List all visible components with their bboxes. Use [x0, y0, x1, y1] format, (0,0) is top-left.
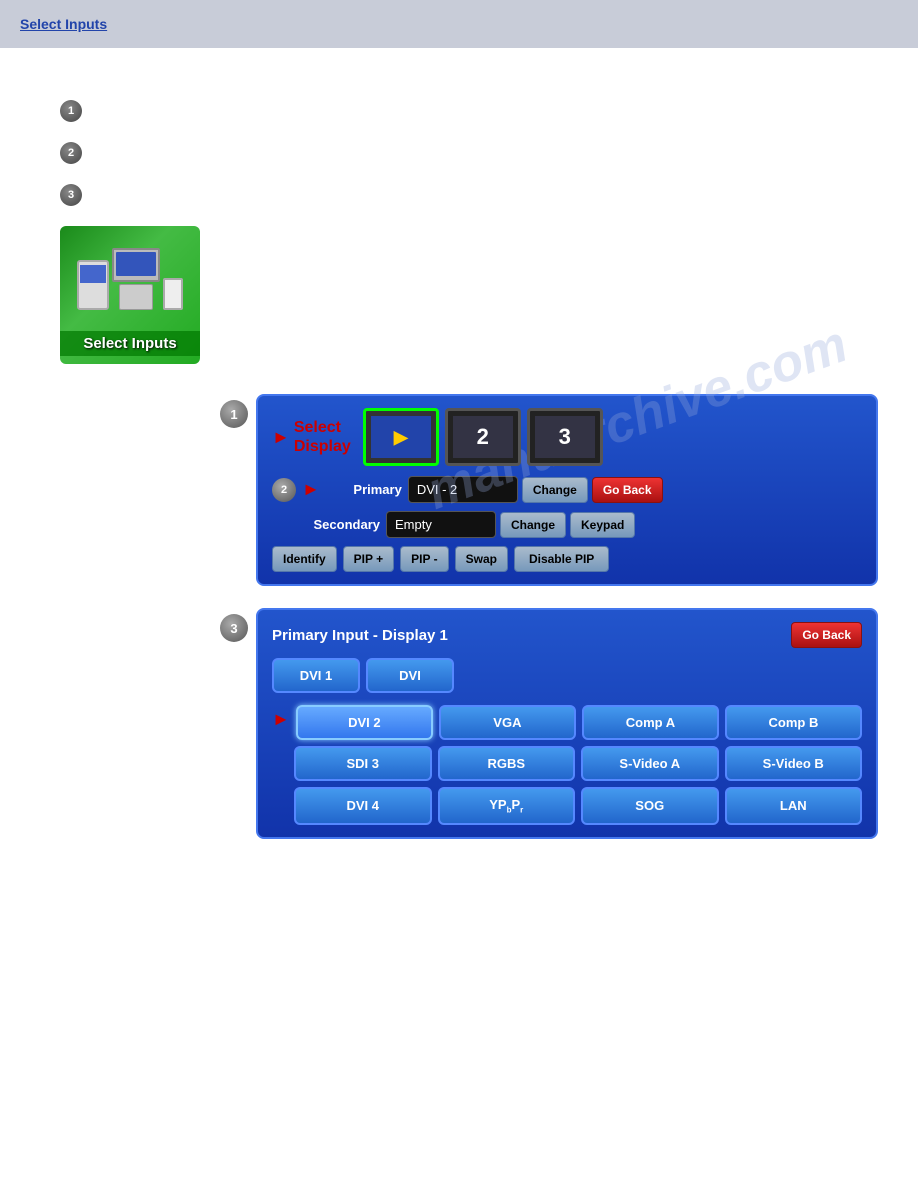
panel2-title: Primary Input - Display 1 — [272, 627, 448, 644]
disable-pip-button[interactable]: Disable PIP — [514, 546, 609, 572]
input-ypbpr-button[interactable]: YPbPr — [438, 787, 576, 825]
monitor-arrow-icon: ▶ — [394, 427, 408, 448]
bullet-item-2: 2 — [60, 140, 878, 164]
display-btn-3[interactable]: 3 — [527, 408, 603, 466]
keypad-button[interactable]: Keypad — [570, 512, 635, 538]
select-inputs-image[interactable]: Select Inputs — [60, 226, 200, 364]
display-screen-2: 2 — [453, 416, 513, 458]
input-compa-button[interactable]: Comp A — [582, 705, 719, 740]
display-screen-3: 3 — [535, 416, 595, 458]
input-dvi4-button[interactable]: DVI 4 — [294, 787, 432, 825]
display-3-label: 3 — [559, 424, 571, 450]
bullet-2-icon: 2 — [60, 142, 82, 164]
input-dvi2-button[interactable]: DVI 2 — [296, 705, 433, 740]
main-content: manuarchive.com 1 2 3 — [0, 48, 918, 897]
panel2-row2: ► DVI 2 VGA Comp A Comp B — [272, 699, 862, 740]
input-rgbs-button[interactable]: RGBS — [438, 746, 576, 781]
action-buttons-row: Identify PIP + PIP - Swap Disable PIP — [272, 546, 862, 572]
equipment-illustration — [60, 234, 200, 324]
step3-badge: 3 — [220, 614, 248, 642]
select-display-label: SelectDisplay — [294, 418, 351, 456]
secondary-row: Secondary Empty Change Keypad — [272, 511, 862, 538]
input-sdi3-button[interactable]: SDI 3 — [294, 746, 432, 781]
input-svideob-button[interactable]: S-Video B — [725, 746, 863, 781]
arrow1-icon: ► — [272, 427, 290, 448]
panel1-content: ► SelectDisplay ▶ — [256, 394, 878, 604]
bullet-item-3: 3 — [60, 182, 878, 206]
input-vga-button[interactable]: VGA — [439, 705, 576, 740]
panel2-row4: DVI 4 YPbPr SOG LAN — [294, 787, 862, 825]
primary-change-button[interactable]: Change — [522, 477, 588, 503]
select-display-row: ► SelectDisplay ▶ — [272, 408, 862, 466]
goback-button-2[interactable]: Go Back — [791, 622, 862, 648]
panel2-content: Primary Input - Display 1 Go Back DVI 1 … — [256, 608, 878, 857]
panel1-wrapper: 1 ► SelectDisplay ▶ — [220, 394, 878, 604]
secondary-change-button[interactable]: Change — [500, 512, 566, 538]
secondary-value: Empty — [386, 511, 496, 538]
secondary-label: Secondary — [308, 517, 380, 532]
primary-label: Primary — [330, 482, 402, 497]
input-svideoa-button[interactable]: S-Video A — [581, 746, 719, 781]
primary-value: DVI - 2 — [408, 476, 518, 503]
display-btn-1[interactable]: ▶ — [363, 408, 439, 466]
panel-section: 1 ► SelectDisplay ▶ — [220, 394, 878, 857]
goback-button-1[interactable]: Go Back — [592, 477, 663, 503]
arrow3-icon: ► — [272, 709, 290, 730]
panel2-row1: DVI 1 DVI — [272, 658, 862, 693]
step2-badge-inline: 2 — [272, 478, 296, 502]
display-btn-2[interactable]: 2 — [445, 408, 521, 466]
bullet-item-1: 1 — [60, 98, 878, 122]
primary-row: 2 ► Primary DVI - 2 Change Go Back — [272, 476, 862, 503]
panel2-wrapper: 3 Primary Input - Display 1 Go Back DVI … — [220, 608, 878, 857]
bullet-3-icon: 3 — [60, 184, 82, 206]
input-lan-button[interactable]: LAN — [725, 787, 863, 825]
input-dvi1-button[interactable]: DVI 1 — [272, 658, 360, 693]
panel2-title-row: Primary Input - Display 1 Go Back — [272, 622, 862, 648]
input-compb-button[interactable]: Comp B — [725, 705, 862, 740]
input-dvi-button[interactable]: DVI — [366, 658, 454, 693]
select-inputs-label: Select Inputs — [60, 331, 200, 356]
identify-button[interactable]: Identify — [272, 546, 337, 572]
bullet-section: 1 2 3 — [60, 98, 878, 206]
display-buttons: ▶ 2 3 — [363, 408, 603, 466]
input-sog-button[interactable]: SOG — [581, 787, 719, 825]
bullet-1-icon: 1 — [60, 100, 82, 122]
arrow2-icon: ► — [302, 479, 320, 500]
panel2-row3: SDI 3 RGBS S-Video A S-Video B — [294, 746, 862, 781]
swap-button[interactable]: Swap — [455, 546, 508, 572]
pip-plus-button[interactable]: PIP + — [343, 546, 394, 572]
display-2-label: 2 — [477, 424, 489, 450]
panel2-grid: DVI 2 VGA Comp A Comp B — [296, 705, 862, 740]
header-bar: Select Inputs — [0, 0, 918, 48]
pip-minus-button[interactable]: PIP - — [400, 546, 448, 572]
step1-badge: 1 — [220, 400, 248, 428]
panel1-blue: ► SelectDisplay ▶ — [256, 394, 878, 586]
display-screen-1: ▶ — [371, 416, 431, 458]
header-link[interactable]: Select Inputs — [20, 16, 107, 32]
panel2-blue: Primary Input - Display 1 Go Back DVI 1 … — [256, 608, 878, 839]
